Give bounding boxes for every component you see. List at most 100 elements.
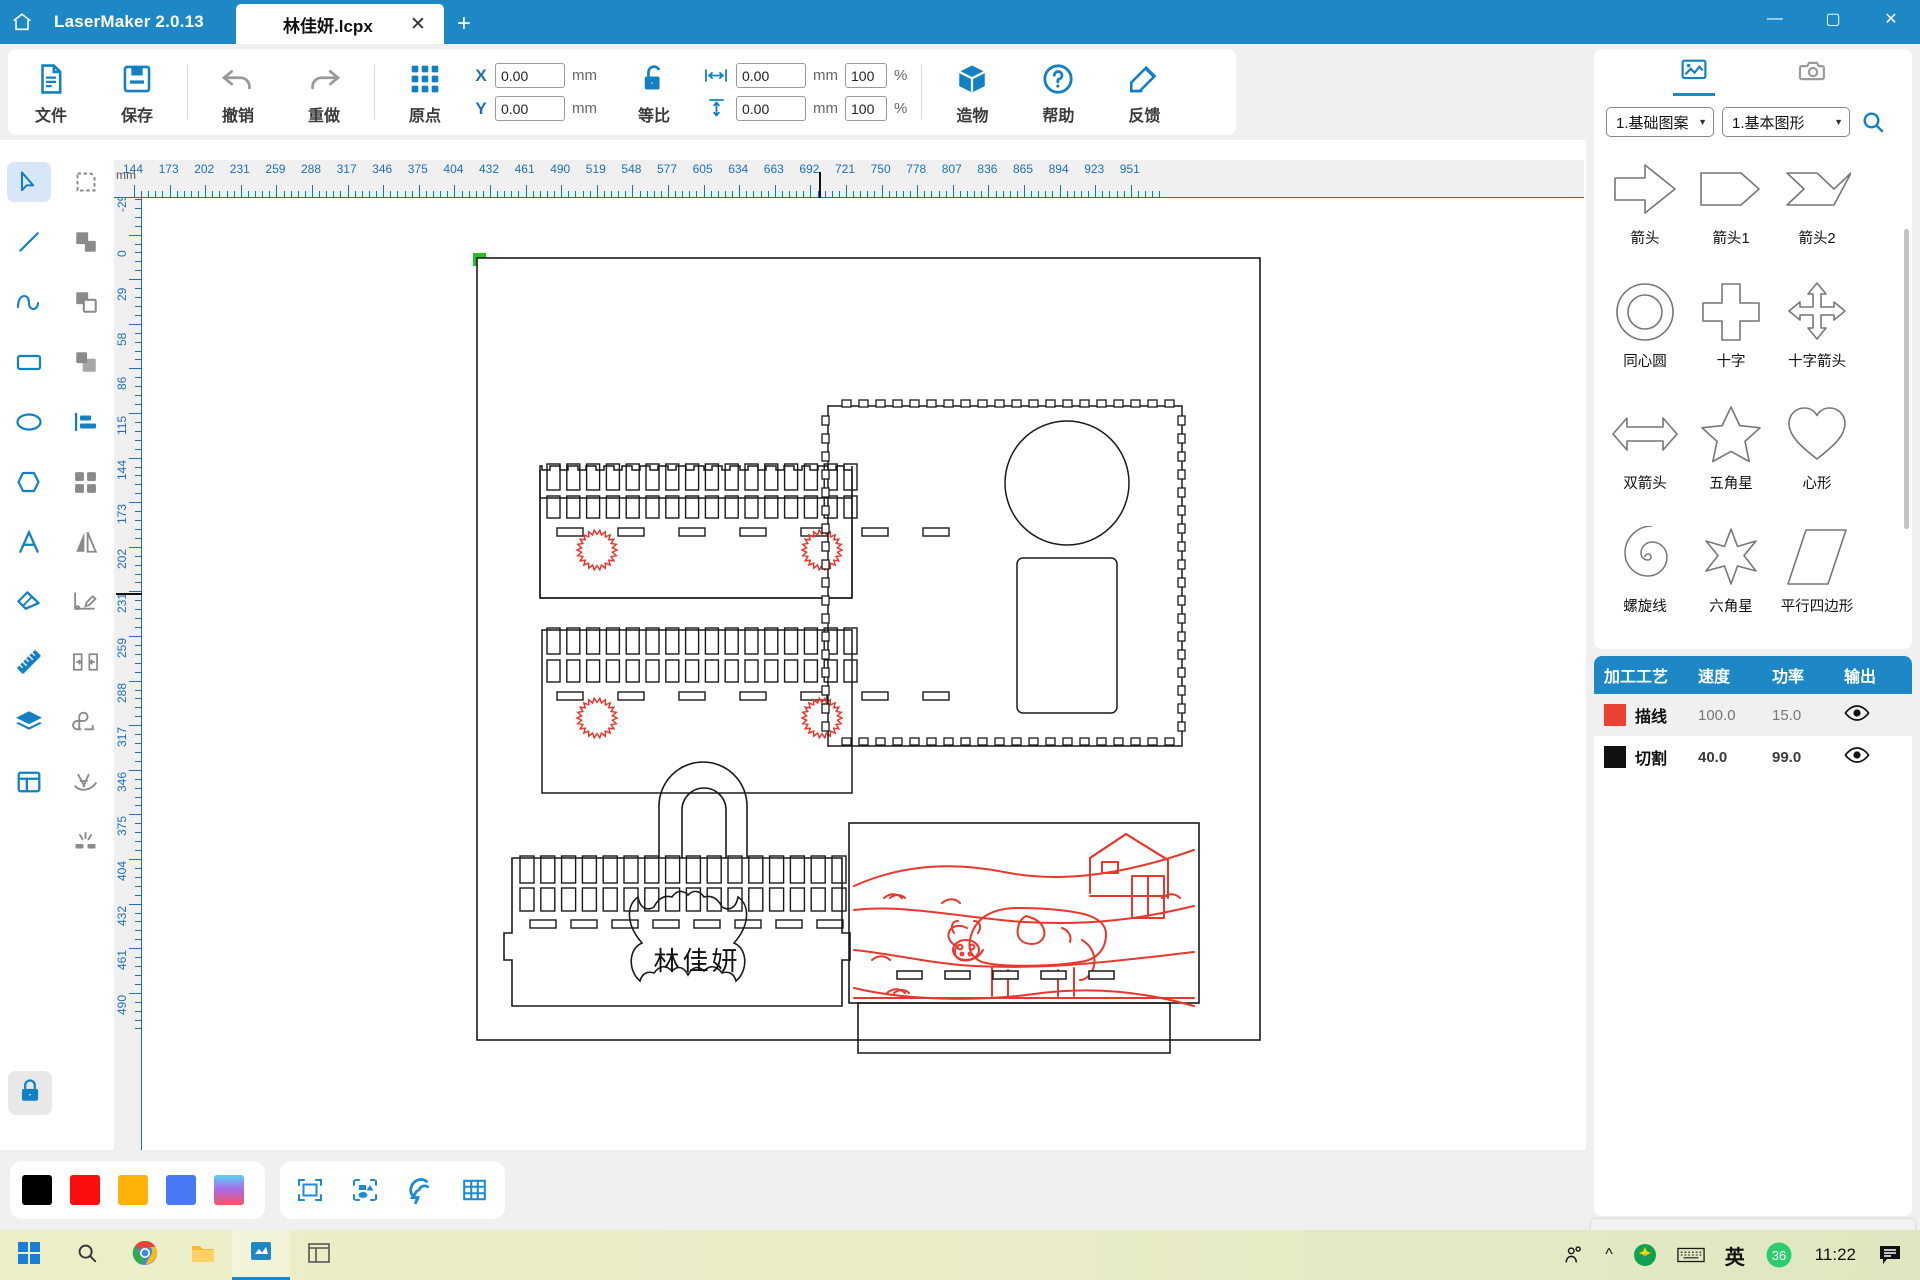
vertical-ruler[interactable]: -29 0 29 58 86 115 144 173 202 231 259 288 317 346 375… [114, 198, 142, 1150]
shape-arrow1[interactable]: 箭头1 [1688, 147, 1774, 265]
node-edit-tool[interactable] [57, 152, 114, 212]
library-scrollbar[interactable] [1904, 229, 1909, 529]
shape-star6[interactable]: 六角星 [1688, 515, 1774, 633]
search-icon[interactable] [1858, 107, 1888, 137]
start-button-taskbar[interactable] [0, 1230, 58, 1280]
magnet-icon[interactable] [404, 1173, 437, 1207]
lasermaker-app-button[interactable] [232, 1230, 290, 1280]
design-canvas[interactable]: 林佳妍 [142, 198, 1584, 1150]
shape-heart[interactable]: 心形 [1774, 392, 1860, 510]
shape-arrow2[interactable]: 箭头2 [1774, 147, 1860, 265]
width-percent-input[interactable] [845, 63, 887, 88]
other-app-button[interactable] [290, 1230, 348, 1280]
color-black[interactable] [22, 1175, 52, 1205]
save-button[interactable]: 保存 [94, 50, 180, 134]
text-tool[interactable] [0, 512, 57, 572]
process-row[interactable]: 切割 40.0 99.0 [1594, 736, 1912, 778]
color-orange[interactable] [118, 1175, 148, 1205]
eye-icon[interactable] [1844, 746, 1870, 768]
polygon-tool[interactable] [0, 452, 57, 512]
rectangle-tool[interactable] [0, 332, 57, 392]
window-icon [307, 1242, 331, 1269]
process-row[interactable]: 描线 100.0 15.0 [1594, 694, 1912, 736]
layers-tool[interactable] [0, 692, 57, 752]
shape-double-arrow[interactable]: 双箭头 [1602, 392, 1688, 510]
mirror-tool[interactable] [57, 512, 114, 572]
lock-canvas-button[interactable] [8, 1071, 52, 1115]
shape-spiral[interactable]: 螺旋线 [1602, 515, 1688, 633]
home-icon[interactable] [0, 0, 44, 44]
library-tab[interactable] [1663, 52, 1725, 102]
select-tool[interactable] [0, 152, 57, 212]
distribute-tool[interactable] [57, 452, 114, 512]
arrow2-chevron-icon [1779, 147, 1855, 231]
y-input[interactable] [495, 96, 565, 121]
new-tab-button[interactable]: + [444, 4, 484, 44]
make-button[interactable]: 造物 [929, 50, 1015, 134]
badge-count[interactable]: 36 [1757, 1230, 1801, 1280]
shape-cross-arrow[interactable]: 十字箭头 [1774, 270, 1860, 388]
document-tab[interactable]: 林佳妍.lcpx ✕ [235, 4, 444, 44]
origin-button[interactable]: 原点 [382, 50, 468, 134]
shape-parallelogram[interactable]: 平行四边形 [1774, 515, 1860, 633]
subtract-tool[interactable] [57, 272, 114, 332]
ruler-tick-label: 115 [115, 415, 129, 435]
help-button[interactable]: 帮助 [1015, 50, 1101, 134]
line-tool[interactable] [0, 212, 57, 272]
undo-button[interactable]: 撤销 [195, 50, 281, 134]
redo-button[interactable]: 重做 [281, 50, 367, 134]
width-input[interactable] [736, 63, 806, 88]
offset-tool[interactable] [57, 692, 114, 752]
header-output: 输出 [1844, 669, 1877, 686]
grid-icon[interactable] [458, 1173, 491, 1207]
curve-tool[interactable] [0, 272, 57, 332]
shape-cross[interactable]: 十字 [1688, 270, 1774, 388]
layer-color-chip[interactable] [1604, 704, 1626, 726]
subcategory-select[interactable]: 1.基本图形 ▼ [1722, 107, 1850, 137]
camera-tab[interactable] [1782, 52, 1844, 102]
close-window-button[interactable]: ✕ [1862, 0, 1920, 38]
ellipse-tool[interactable] [0, 392, 57, 452]
file-button[interactable]: 文件 [8, 50, 94, 134]
color-red[interactable] [70, 1175, 100, 1205]
ruler-tool[interactable] [0, 632, 57, 692]
color-gradient[interactable] [214, 1175, 244, 1205]
lock-ratio-button[interactable]: 等比 [611, 50, 697, 134]
height-percent-input[interactable] [845, 96, 887, 121]
eye-icon[interactable] [1844, 704, 1870, 726]
taskbar-clock[interactable]: 11:22 [1805, 1245, 1866, 1265]
security-shield-icon[interactable] [1625, 1230, 1665, 1280]
show-hidden-icons[interactable]: ^ [1597, 1230, 1621, 1280]
fit-frame-icon[interactable] [294, 1173, 327, 1207]
ime-language-indicator[interactable]: 英 [1717, 1230, 1753, 1280]
people-icon[interactable] [1555, 1230, 1593, 1280]
maximize-button[interactable]: ▢ [1804, 0, 1862, 38]
shrink-tool[interactable] [57, 632, 114, 692]
category-select[interactable]: 1.基础图案 ▼ [1606, 107, 1714, 137]
notification-icon[interactable] [1870, 1230, 1910, 1280]
close-icon[interactable]: ✕ [406, 12, 430, 36]
horizontal-ruler[interactable]: 144 173 202 231 259 288 317 346 375 404 432 461 490 5… [114, 160, 1584, 198]
eraser-tool[interactable] [0, 572, 57, 632]
align-tool[interactable] [57, 392, 114, 452]
intersect-tool[interactable] [57, 332, 114, 392]
shape-concentric[interactable]: 同心圆 [1602, 270, 1688, 388]
layout-tool[interactable] [0, 752, 57, 812]
height-input[interactable] [736, 96, 806, 121]
explode-tool[interactable] [57, 812, 114, 872]
chrome-app-button[interactable] [116, 1230, 174, 1280]
text-path-tool[interactable] [57, 752, 114, 812]
search-taskbar-button[interactable] [58, 1230, 116, 1280]
shape-star5[interactable]: 五角星 [1688, 392, 1774, 510]
color-blue[interactable] [166, 1175, 196, 1205]
feedback-button[interactable]: 反馈 [1101, 50, 1187, 134]
explorer-app-button[interactable] [174, 1230, 232, 1280]
select-objects-icon[interactable] [349, 1173, 382, 1207]
union-tool[interactable] [57, 212, 114, 272]
layer-color-chip[interactable] [1604, 746, 1626, 768]
measure-draw-tool[interactable] [57, 572, 114, 632]
x-input[interactable] [495, 63, 565, 88]
minimize-button[interactable]: — [1746, 0, 1804, 38]
keyboard-icon[interactable] [1669, 1230, 1713, 1280]
shape-arrow[interactable]: 箭头 [1602, 147, 1688, 265]
